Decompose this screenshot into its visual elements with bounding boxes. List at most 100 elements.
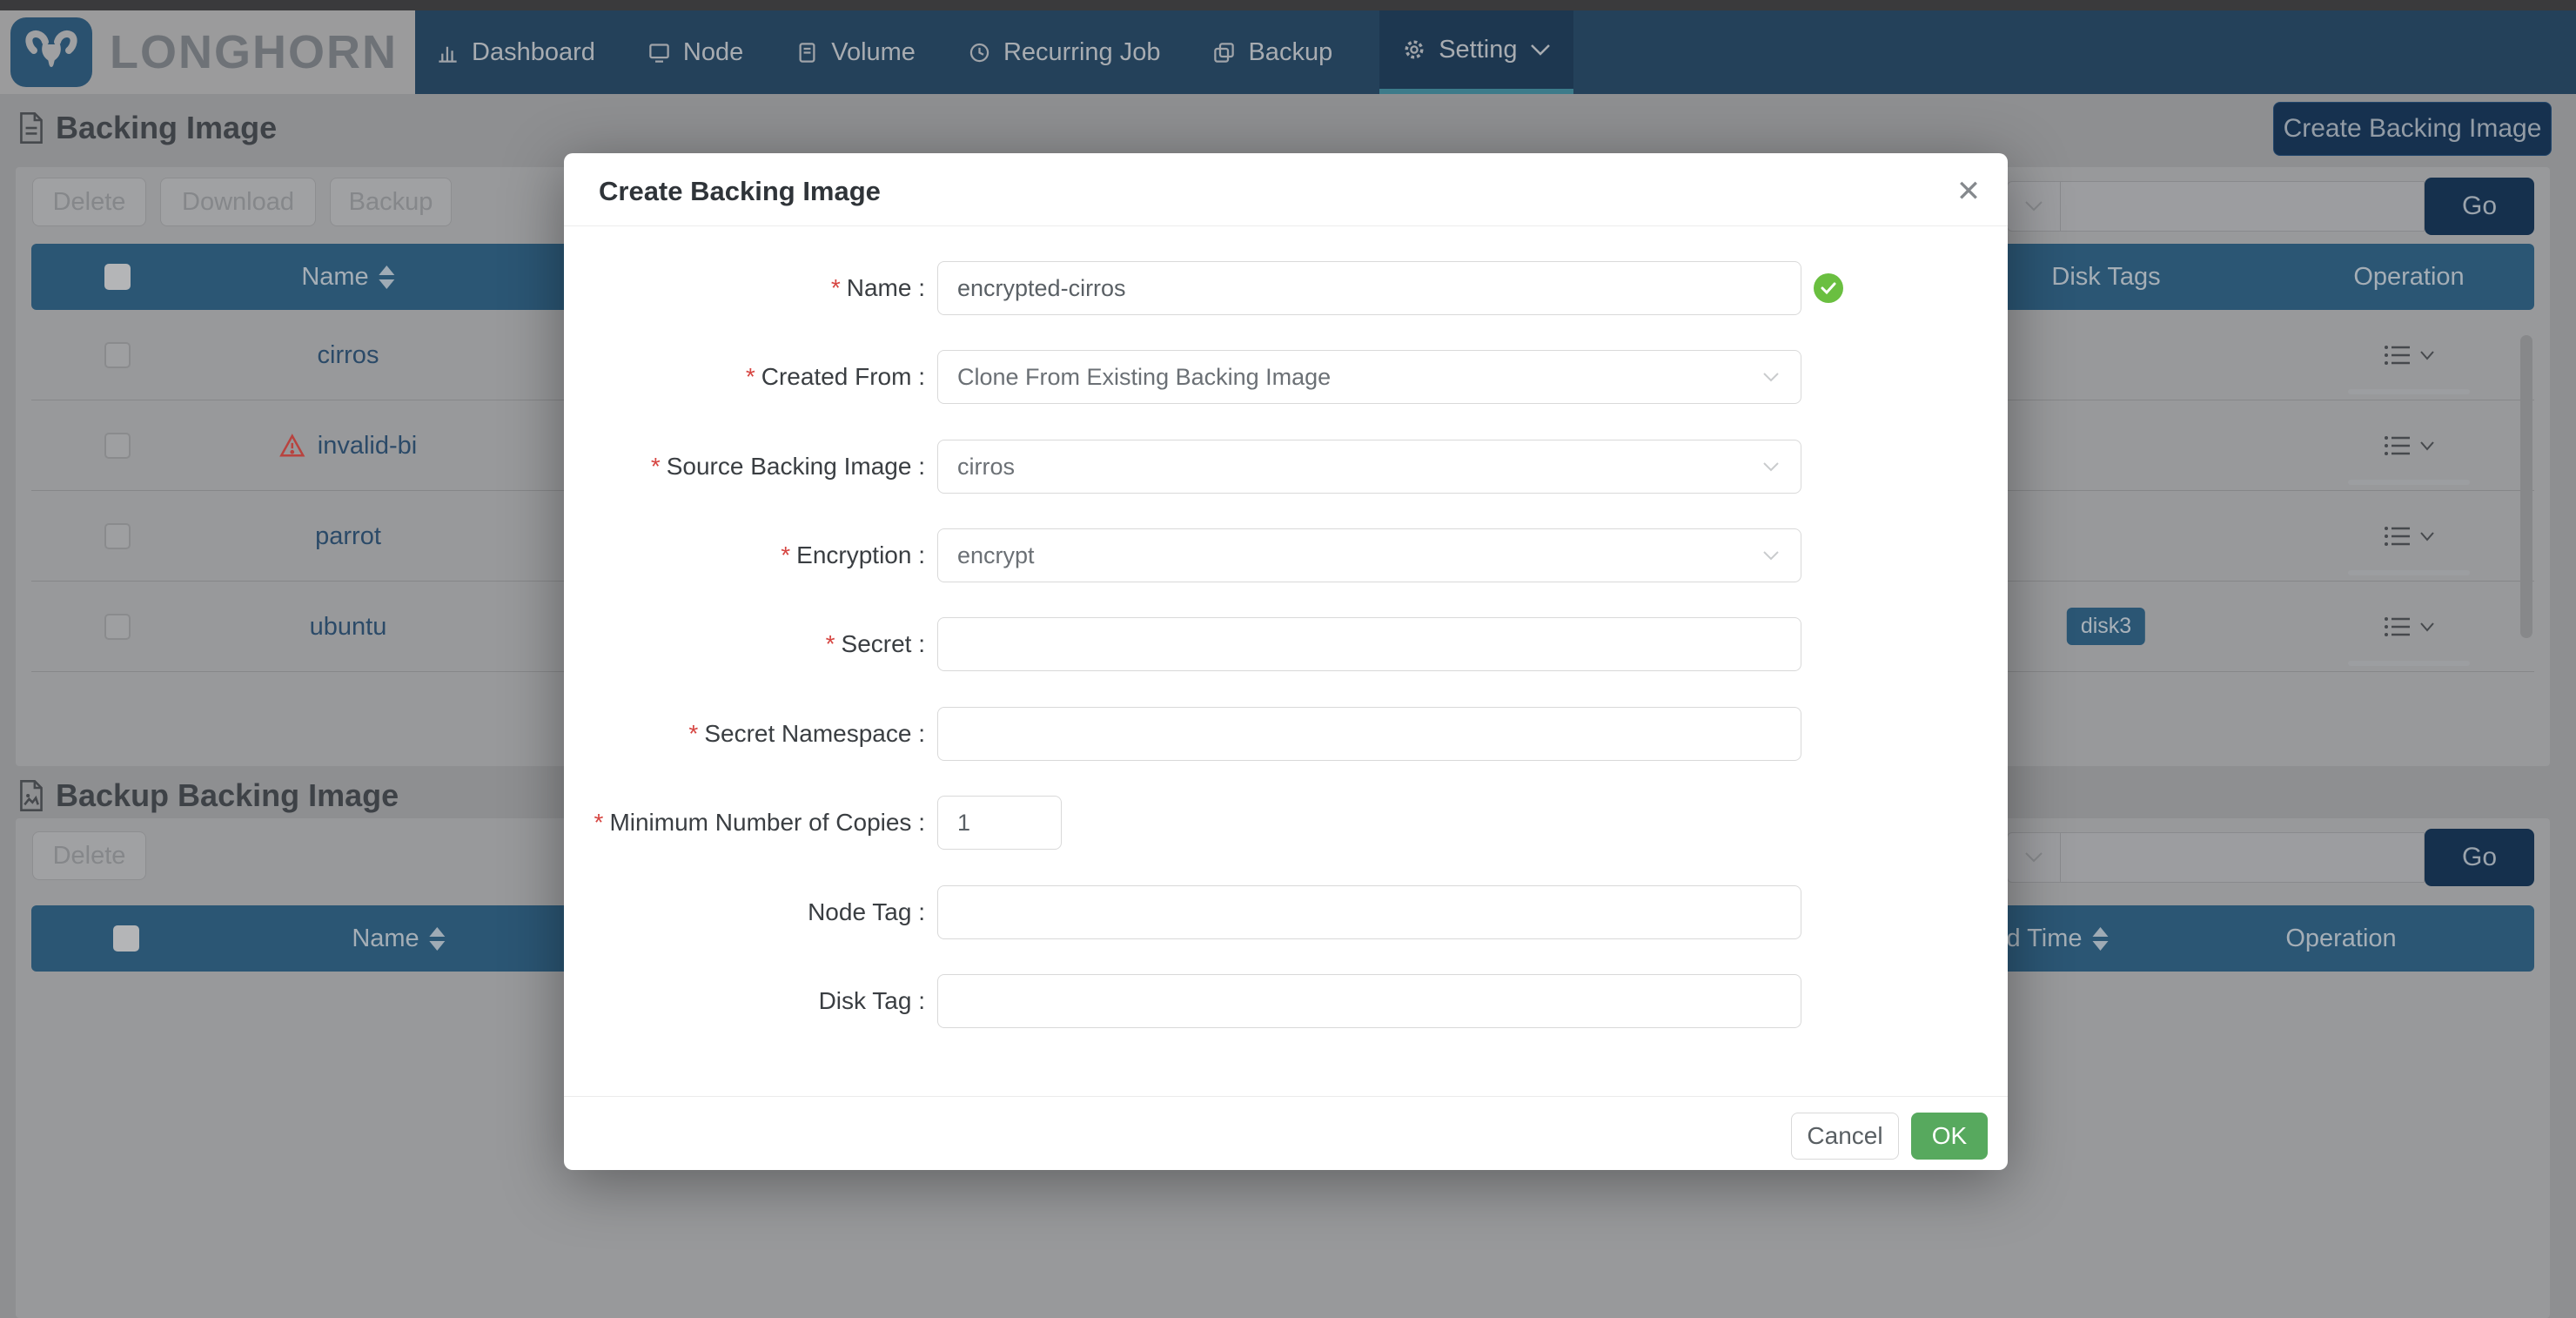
operation-menu[interactable]	[2384, 400, 2434, 491]
field-label: *Secret :	[564, 617, 925, 671]
top-strip	[0, 0, 2576, 10]
clock-icon	[968, 41, 991, 64]
longhorn-logo[interactable]	[10, 17, 92, 87]
close-icon[interactable]: ✕	[1948, 171, 1989, 212]
row-checkbox[interactable]	[104, 342, 131, 368]
secret-namespace-input[interactable]	[937, 707, 1801, 761]
section-title-text: Backup Backing Image	[56, 777, 399, 814]
cancel-button[interactable]: Cancel	[1791, 1113, 1899, 1160]
page-title-text: Backing Image	[56, 110, 277, 146]
required-asterisk: *	[688, 720, 698, 747]
sort-icon	[2093, 927, 2109, 951]
backing-image-link[interactable]: ubuntu	[310, 582, 387, 672]
chevron-down-icon	[2024, 851, 2043, 864]
required-asterisk: *	[746, 363, 755, 390]
ok-button[interactable]: OK	[1911, 1113, 1988, 1160]
valid-check-icon	[1814, 273, 1843, 303]
create-backing-image-modal: Create Backing Image ✕ *Name : *Created …	[564, 153, 2008, 1170]
chevron-down-icon	[2420, 351, 2434, 360]
nav-item-node[interactable]: Node	[642, 10, 748, 94]
select-all-checkbox[interactable]	[113, 925, 139, 952]
created-from-select[interactable]: Clone From Existing Backing Image	[937, 350, 1801, 404]
file-icon	[17, 112, 45, 144]
download-button[interactable]: Download	[160, 178, 316, 226]
backing-image-link[interactable]: cirros	[318, 310, 379, 400]
column-header-time[interactable]: d Time	[2006, 905, 2108, 972]
required-asterisk: *	[831, 274, 841, 301]
secret-input[interactable]	[937, 617, 1801, 671]
form-row-node-tag: Node Tag :	[564, 885, 2008, 939]
field-label: *Created From :	[564, 350, 925, 404]
name-input[interactable]	[937, 261, 1801, 315]
chevron-down-icon	[2420, 532, 2434, 541]
backing-image-link[interactable]: invalid-bi	[279, 400, 417, 491]
nav-label: Setting	[1439, 36, 1517, 64]
required-asterisk: *	[651, 453, 661, 480]
backup-button[interactable]: Backup	[330, 178, 452, 226]
nav-item-recurring-job[interactable]: Recurring Job	[963, 10, 1166, 94]
nav-label: Dashboard	[472, 38, 595, 67]
minimum-copies-input[interactable]	[937, 796, 1062, 850]
operation-menu[interactable]	[2384, 310, 2434, 400]
node-tag-input[interactable]	[937, 885, 1801, 939]
delete-button[interactable]: Delete	[32, 178, 146, 226]
required-asterisk: *	[594, 809, 604, 836]
field-label: Node Tag :	[564, 885, 925, 939]
column-header-name[interactable]: Name	[301, 244, 394, 310]
filter-field-select[interactable]	[2007, 181, 2061, 232]
row-checkbox[interactable]	[104, 614, 131, 640]
nav-item-volume[interactable]: Volume	[790, 10, 921, 94]
nav-menu: Dashboard Node Volume Recurring Job	[431, 10, 1573, 94]
row-name: ubuntu	[310, 613, 387, 642]
operation-menu[interactable]	[2384, 582, 2434, 672]
bull-icon	[23, 27, 79, 77]
chevron-down-icon	[2420, 441, 2434, 451]
brand-name: LONGHORN	[110, 10, 398, 94]
dashboard-icon	[436, 41, 460, 64]
table-scrollbar-thumb[interactable]	[2520, 335, 2532, 638]
select-all-checkbox[interactable]	[104, 264, 131, 290]
nav-item-setting[interactable]: Setting	[1379, 10, 1573, 94]
backup-section-title: Backup Backing Image	[17, 777, 399, 814]
volume-icon	[795, 41, 819, 64]
create-backing-image-button[interactable]: Create Backing Image	[2273, 102, 2552, 156]
select-value: cirros	[957, 454, 1015, 481]
filter-field-select[interactable]	[2007, 832, 2061, 883]
row-checkbox[interactable]	[104, 523, 131, 549]
row-underbar	[2348, 661, 2470, 666]
field-label: *Minimum Number of Copies :	[564, 796, 925, 850]
source-backing-image-select[interactable]: cirros	[937, 440, 1801, 494]
form-row-name: *Name :	[564, 261, 2008, 315]
column-label: Name	[301, 263, 368, 292]
column-label: Operation	[2353, 263, 2464, 292]
column-header-operation: Operation	[2353, 244, 2464, 310]
row-checkbox[interactable]	[104, 433, 131, 459]
logo-area: LONGHORN	[0, 10, 415, 94]
go-button[interactable]: Go	[2425, 178, 2534, 235]
go-button[interactable]: Go	[2425, 829, 2534, 886]
nav-item-backup[interactable]: Backup	[1207, 10, 1338, 94]
field-label: *Secret Namespace :	[564, 707, 925, 761]
form-row-secret: *Secret :	[564, 617, 2008, 671]
backing-image-link[interactable]: parrot	[315, 491, 381, 582]
column-label: Name	[352, 925, 419, 953]
row-name: invalid-bi	[318, 432, 417, 461]
column-label: Disk Tags	[2051, 263, 2160, 292]
modal-footer-divider	[564, 1096, 2008, 1097]
nav-item-dashboard[interactable]: Dashboard	[431, 10, 600, 94]
select-value: Clone From Existing Backing Image	[957, 364, 1331, 391]
column-header-name[interactable]: Name	[352, 905, 445, 972]
search-input[interactable]	[2061, 181, 2425, 232]
sort-icon	[430, 927, 446, 951]
chevron-down-icon	[1530, 44, 1551, 57]
column-header-disk-tags: Disk Tags	[2051, 244, 2160, 310]
disk-tag-input[interactable]	[937, 974, 1801, 1028]
search-input[interactable]	[2061, 832, 2425, 883]
form-row-source-backing-image: *Source Backing Image : cirros	[564, 440, 2008, 494]
form-row-encryption: *Encryption : encrypt	[564, 528, 2008, 582]
warning-icon	[279, 434, 305, 458]
encryption-select[interactable]: encrypt	[937, 528, 1801, 582]
operation-menu[interactable]	[2384, 491, 2434, 582]
sort-icon	[379, 266, 395, 289]
delete-button[interactable]: Delete	[32, 831, 146, 880]
